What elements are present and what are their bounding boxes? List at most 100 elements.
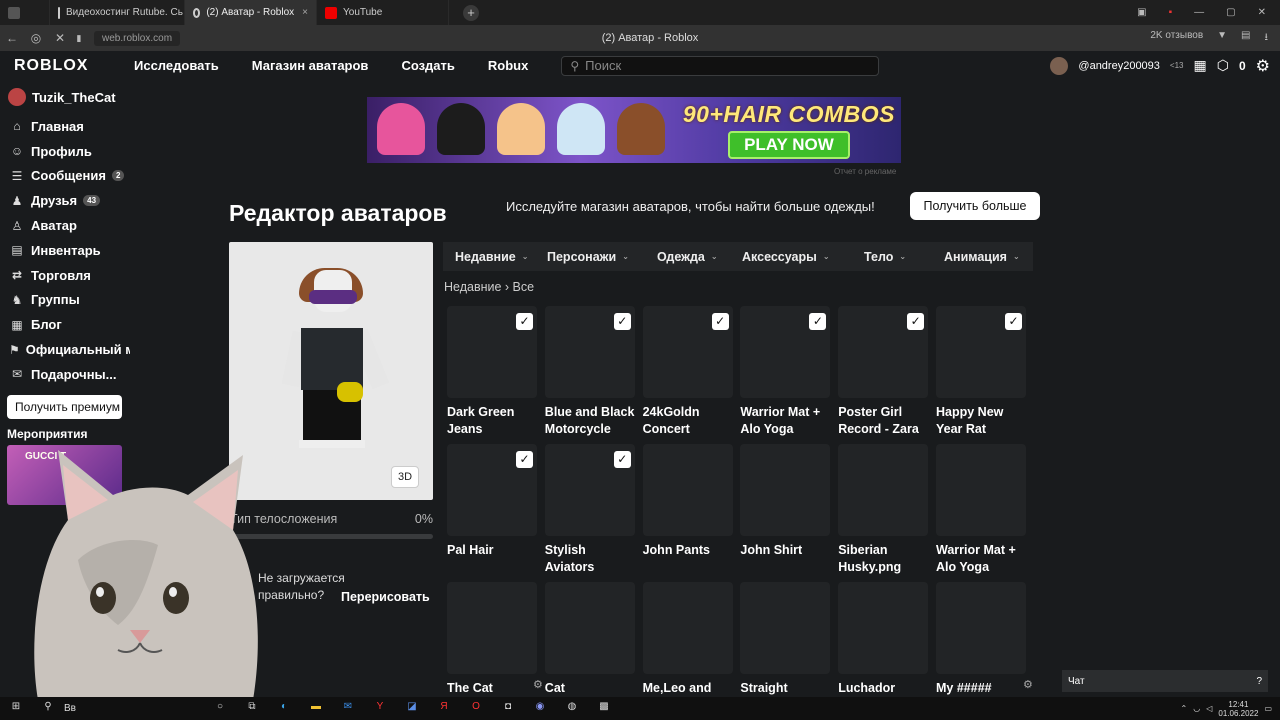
avatar-item-card[interactable]: ✓ Warrior Mat + Alo Yoga: [740, 306, 831, 437]
close-tab-icon[interactable]: ×: [294, 7, 308, 18]
item-thumbnail[interactable]: [740, 582, 831, 674]
avatar-item-card[interactable]: ✓ 24kGoldn Concert: [642, 306, 733, 437]
volume-icon[interactable]: ◁: [1206, 704, 1212, 713]
app-icon[interactable]: ◪: [402, 701, 422, 717]
sidebar-item[interactable]: ⌂ Главная: [0, 114, 130, 139]
sidebar-item[interactable]: ♟ Друзья 43: [0, 188, 130, 213]
yandex-icon[interactable]: Я: [434, 701, 454, 717]
avatar-item-card[interactable]: ✓ Blue and Black Motorcycle: [544, 306, 635, 437]
clock[interactable]: 12:41 01.06.2022: [1218, 700, 1258, 718]
sidebar-user[interactable]: Tuzik_TheCat: [0, 80, 130, 114]
windows-start-icon[interactable]: ⊞: [6, 701, 26, 717]
opera-icon[interactable]: O: [466, 701, 486, 717]
avatar[interactable]: [1050, 56, 1069, 75]
gear-icon[interactable]: ⚙: [1256, 56, 1270, 76]
explorer-icon[interactable]: ▬: [306, 701, 326, 717]
mail-icon[interactable]: ✉: [338, 701, 358, 717]
item-thumbnail[interactable]: ✓: [936, 306, 1026, 398]
avatar-item-card[interactable]: Straight: [740, 582, 831, 697]
tab-clothing[interactable]: Одежда ⌄: [645, 250, 730, 264]
taskbar-search-label[interactable]: Вв: [64, 703, 204, 714]
item-settings-icon[interactable]: ⚙: [533, 678, 543, 691]
notifications-icon[interactable]: ▦: [1194, 57, 1207, 74]
avatar-item-card[interactable]: My #####: [936, 582, 1026, 697]
nav-create[interactable]: Создать: [401, 58, 454, 73]
item-settings-icon[interactable]: ⚙: [1023, 678, 1033, 691]
avatar-item-card[interactable]: John Pants: [642, 444, 733, 559]
item-thumbnail[interactable]: ✓: [447, 444, 537, 536]
sidebar-item[interactable]: ✉ Подарочны...: [0, 362, 130, 387]
checkmark-icon[interactable]: ✓: [907, 313, 925, 330]
item-thumbnail[interactable]: [642, 444, 733, 536]
item-thumbnail[interactable]: [936, 444, 1026, 536]
obs-icon[interactable]: ◍: [562, 701, 582, 717]
tab-animation[interactable]: Анимация ⌄: [932, 250, 1030, 264]
help-icon[interactable]: ?: [1256, 676, 1262, 687]
tray-chevron-up-icon[interactable]: ⌃: [1181, 704, 1188, 713]
breadcrumb[interactable]: Недавние › Все: [444, 280, 534, 294]
robux-icon[interactable]: ⬡: [1217, 57, 1229, 74]
back-icon[interactable]: ←: [0, 31, 24, 45]
nav-avatar-shop[interactable]: Магазин аватаров: [252, 58, 369, 73]
checkmark-icon[interactable]: ✓: [613, 451, 631, 468]
maximize-icon[interactable]: ▢: [1226, 7, 1235, 18]
shield-icon[interactable]: ◎: [24, 31, 48, 45]
item-thumbnail[interactable]: ✓: [740, 306, 831, 398]
sidebar-item[interactable]: ♙ Аватар: [0, 213, 130, 238]
tab-recent[interactable]: Недавние ⌄: [443, 250, 535, 264]
checkmark-icon[interactable]: ✓: [711, 313, 729, 330]
close-window-icon[interactable]: ✕: [1258, 7, 1266, 18]
bookmark-icon[interactable]: ▣: [1137, 7, 1146, 18]
url-field[interactable]: web.roblox.com: [94, 30, 181, 46]
avatar-item-card[interactable]: John Shirt: [740, 444, 831, 559]
notification-icon[interactable]: ▪: [1169, 7, 1173, 18]
checkmark-icon[interactable]: ✓: [613, 313, 631, 330]
get-premium-button[interactable]: Получить премиум: [7, 394, 122, 419]
task-view-icon[interactable]: ⧉: [242, 701, 262, 717]
tab-accessories[interactable]: Аксессуары ⌄: [730, 250, 852, 264]
item-thumbnail[interactable]: [642, 582, 733, 674]
get-more-button[interactable]: Получить больше: [910, 192, 1040, 220]
sidebar-item[interactable]: ☰ Сообщения 2: [0, 164, 130, 189]
item-thumbnail[interactable]: ✓: [544, 444, 635, 536]
stop-icon[interactable]: ✕: [48, 31, 72, 45]
nav-robux[interactable]: Robux: [488, 58, 528, 73]
notifications-center-icon[interactable]: ▭: [1264, 704, 1272, 713]
taskbar-search-icon[interactable]: ⚲: [38, 701, 58, 717]
app-icon[interactable]: ▩: [594, 701, 614, 717]
redraw-button[interactable]: Перерисовать: [341, 590, 430, 604]
avatar-item-card[interactable]: Luchador: [838, 582, 929, 697]
username-label[interactable]: @andrey200093: [1078, 60, 1160, 72]
item-thumbnail[interactable]: ✓: [447, 306, 537, 398]
sidebar-item[interactable]: ▤ Инвентарь: [0, 238, 130, 263]
minimize-icon[interactable]: —: [1194, 7, 1204, 18]
sidebar-item[interactable]: ▦ Блог: [0, 312, 130, 337]
edge-icon[interactable]: ◐: [274, 701, 294, 717]
report-ad-link[interactable]: Отчет о рекламе: [834, 167, 896, 176]
item-thumbnail[interactable]: [936, 582, 1026, 674]
checkmark-icon[interactable]: ✓: [516, 313, 533, 330]
browser-tab-rutube[interactable]: Видеохостинг Rutube. Сь: [50, 0, 185, 25]
avatar-item-card[interactable]: ✓ Dark Green Jeans: [447, 306, 537, 437]
new-tab-button[interactable]: +: [463, 4, 479, 21]
avatar-item-card[interactable]: Me,Leo and: [642, 582, 733, 697]
nav-explore[interactable]: Исследовать: [134, 58, 219, 73]
sidebar-item[interactable]: ⇄ Торговля: [0, 263, 130, 288]
checkmark-icon[interactable]: ✓: [516, 451, 533, 468]
camera-icon[interactable]: ◘: [498, 701, 518, 717]
avatar-item-card[interactable]: ✓ Poster Girl Record - Zara: [838, 306, 929, 437]
checkmark-icon[interactable]: ✓: [1005, 313, 1022, 330]
search-input[interactable]: ⚲ Поиск: [561, 55, 880, 76]
avatar-item-card[interactable]: Cat: [544, 582, 635, 697]
roblox-logo[interactable]: ROBLOX: [14, 57, 134, 75]
download-arrow-icon[interactable]: ⭳: [1265, 30, 1269, 47]
checkmark-icon[interactable]: ✓: [809, 313, 827, 330]
reviews-label[interactable]: 2K отзывов: [1150, 30, 1203, 47]
avatar-item-card[interactable]: The Cat: [447, 582, 537, 697]
item-thumbnail[interactable]: [838, 582, 929, 674]
browser-tab-roblox[interactable]: (2) Аватар - Roblox ×: [185, 0, 317, 25]
avatar-item-card[interactable]: ✓ Stylish Aviators: [544, 444, 635, 575]
yandex-browser-icon[interactable]: Y: [370, 701, 390, 717]
play-now-button[interactable]: PLAY NOW: [728, 131, 850, 159]
avatar-item-card[interactable]: ✓ Happy New Year Rat: [936, 306, 1026, 437]
